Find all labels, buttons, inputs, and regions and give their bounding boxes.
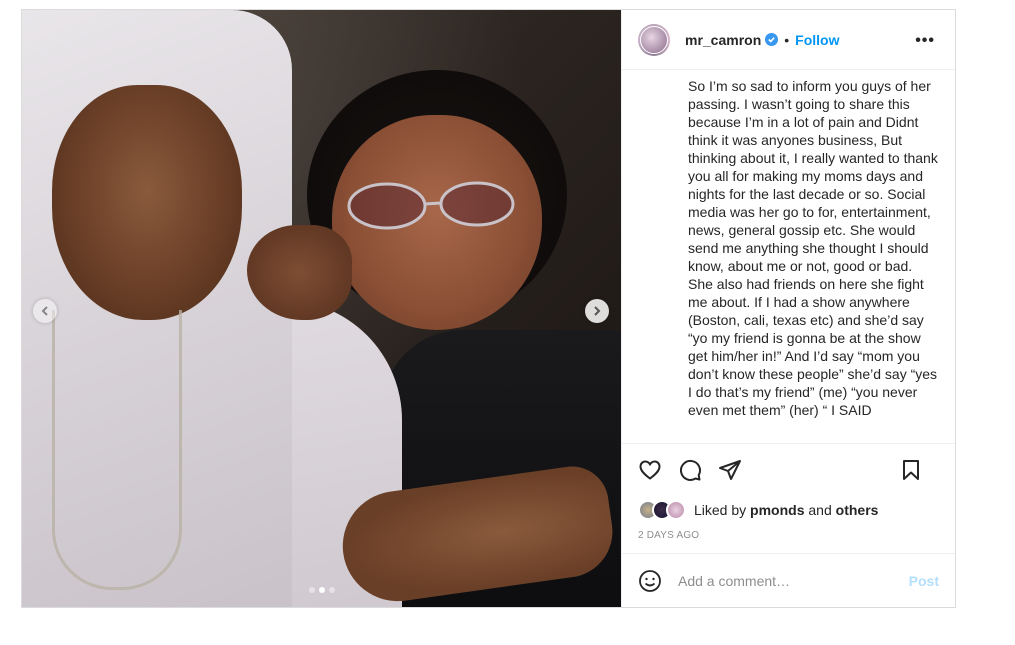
post-date[interactable]: 2 days ago: [622, 524, 955, 553]
likes-text: Liked by pmonds and others: [694, 502, 878, 518]
likes-others-link[interactable]: others: [836, 502, 879, 518]
verified-badge-icon: [765, 33, 779, 46]
carousel-dot: [308, 587, 315, 593]
carousel-dot: [328, 587, 335, 593]
likes-row: Liked by pmonds and others: [622, 496, 955, 524]
post-comment-button[interactable]: Post: [909, 573, 939, 589]
carousel-dot-active: [318, 587, 325, 593]
instagram-post: mr_camron • Follow ••• So I’m so sad to …: [21, 9, 956, 608]
share-icon[interactable]: [718, 458, 742, 482]
chevron-right-icon: [594, 306, 601, 316]
photo-glasses: [347, 181, 515, 230]
chevron-left-icon: [41, 306, 48, 316]
photo-hand-shoulder: [247, 225, 352, 320]
liker-avatar: [666, 500, 686, 520]
caption-scroll-area[interactable]: So I’m so sad to inform you guys of her …: [622, 70, 955, 444]
comment-bar: Add a comment… Post: [622, 553, 955, 607]
username-link[interactable]: mr_camron: [685, 32, 761, 48]
post-caption: So I’m so sad to inform you guys of her …: [688, 78, 942, 418]
heart-icon[interactable]: [638, 458, 662, 482]
carousel-next-button[interactable]: [585, 299, 609, 323]
comment-input[interactable]: Add a comment…: [678, 573, 909, 589]
carousel-dots: [22, 587, 621, 593]
bookmark-icon[interactable]: [899, 458, 923, 482]
emoji-icon[interactable]: [638, 569, 662, 593]
avatar-image: [640, 25, 668, 54]
likes-prefix: Liked by: [694, 502, 751, 518]
post-sidebar: mr_camron • Follow ••• So I’m so sad to …: [621, 10, 955, 607]
action-bar: [622, 444, 955, 496]
photo-man-face: [52, 85, 242, 320]
carousel-prev-button[interactable]: [33, 299, 57, 323]
more-options-icon[interactable]: •••: [915, 32, 935, 50]
avatar[interactable]: [638, 23, 670, 56]
header-separator: •: [784, 31, 790, 48]
photo-chain: [52, 310, 182, 590]
post-header: mr_camron • Follow •••: [622, 10, 955, 70]
liker-avatars: [638, 500, 686, 520]
post-media-carousel[interactable]: [22, 10, 621, 607]
comment-icon[interactable]: [678, 458, 702, 482]
follow-button[interactable]: Follow: [795, 32, 839, 48]
likes-middle: and: [804, 502, 836, 518]
liker-username-link[interactable]: pmonds: [750, 502, 804, 518]
